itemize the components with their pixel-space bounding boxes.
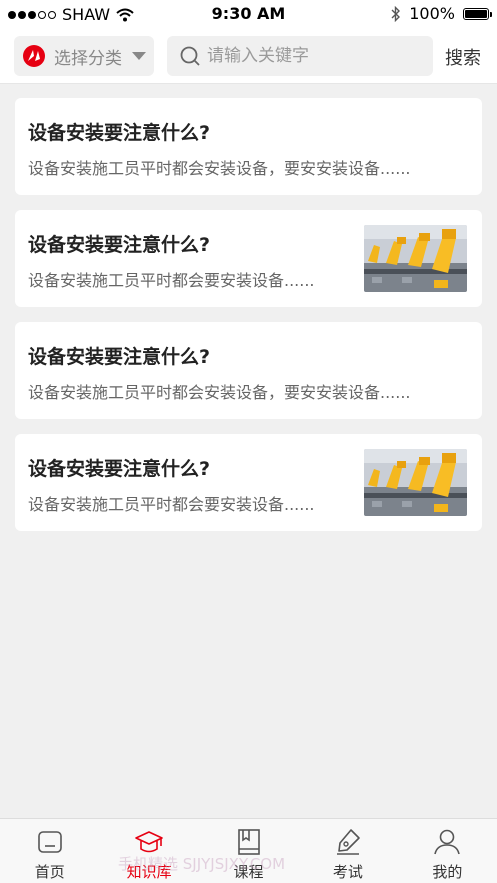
category-select-label: 选择分类 bbox=[54, 48, 122, 69]
article-title: 设备安装要注意什么? bbox=[28, 234, 211, 256]
tab-exam[interactable]: 考试 bbox=[298, 819, 397, 883]
search-icon bbox=[180, 46, 200, 66]
bluetooth-icon bbox=[391, 5, 401, 22]
home-icon bbox=[37, 831, 62, 853]
graduation-cap-icon bbox=[135, 831, 163, 853]
tab-label: 首页 bbox=[34, 863, 65, 881]
bottom-tab-bar: 首页 知识库 课程 考试 我的 bbox=[0, 818, 497, 883]
wifi-icon bbox=[116, 8, 134, 21]
article-card[interactable]: 设备安装要注意什么? 设备安装施工员平时都会安装设备，要安安装设备...... bbox=[15, 98, 482, 195]
article-thumbnail bbox=[364, 449, 467, 516]
user-icon bbox=[434, 829, 461, 855]
article-title: 设备安装要注意什么? bbox=[28, 346, 211, 368]
article-summary: 设备安装施工员平时都会要安装设备...... bbox=[28, 495, 315, 514]
search-button[interactable]: 搜索 bbox=[445, 44, 481, 70]
tab-label: 知识库 bbox=[126, 863, 172, 881]
tab-courses[interactable]: 课程 bbox=[199, 819, 298, 883]
battery-icon bbox=[463, 7, 492, 20]
pen-icon bbox=[336, 829, 360, 855]
tab-label: 我的 bbox=[432, 863, 463, 881]
battery-percent: 100% bbox=[409, 4, 455, 23]
tab-home[interactable]: 首页 bbox=[0, 819, 99, 883]
article-thumbnail bbox=[364, 225, 467, 292]
search-input[interactable] bbox=[207, 46, 427, 66]
article-card[interactable]: 设备安装要注意什么? 设备安装施工员平时都会要安装设备...... bbox=[15, 434, 482, 531]
search-field[interactable] bbox=[167, 36, 433, 76]
tab-knowledge-base[interactable]: 知识库 bbox=[99, 819, 198, 883]
article-card[interactable]: 设备安装要注意什么? 设备安装施工员平时都会要安装设备...... bbox=[15, 210, 482, 307]
carrier-label: SHAW bbox=[62, 5, 111, 24]
article-summary: 设备安装施工员平时都会安装设备，要安安装设备...... bbox=[28, 159, 411, 178]
article-title: 设备安装要注意什么? bbox=[28, 458, 211, 480]
category-select[interactable]: 选择分类 bbox=[14, 36, 154, 76]
article-summary: 设备安装施工员平时都会安装设备，要安安装设备...... bbox=[28, 383, 411, 402]
brand-logo-icon bbox=[23, 45, 45, 67]
caret-down-icon bbox=[132, 52, 146, 60]
signal-strength-icon bbox=[8, 10, 56, 19]
article-card[interactable]: 设备安装要注意什么? 设备安装施工员平时都会安装设备，要安安装设备...... bbox=[15, 322, 482, 419]
tab-label: 考试 bbox=[332, 863, 363, 881]
article-summary: 设备安装施工员平时都会要安装设备...... bbox=[28, 271, 315, 290]
status-bar: SHAW 9:30 AM 100% bbox=[0, 0, 497, 28]
tab-profile[interactable]: 我的 bbox=[398, 819, 497, 883]
article-list: 设备安装要注意什么? 设备安装施工员平时都会安装设备，要安安装设备...... … bbox=[15, 98, 482, 546]
book-icon bbox=[237, 829, 260, 855]
search-header: 选择分类 搜索 bbox=[0, 28, 497, 84]
tab-label: 课程 bbox=[233, 863, 264, 881]
article-title: 设备安装要注意什么? bbox=[28, 122, 211, 144]
